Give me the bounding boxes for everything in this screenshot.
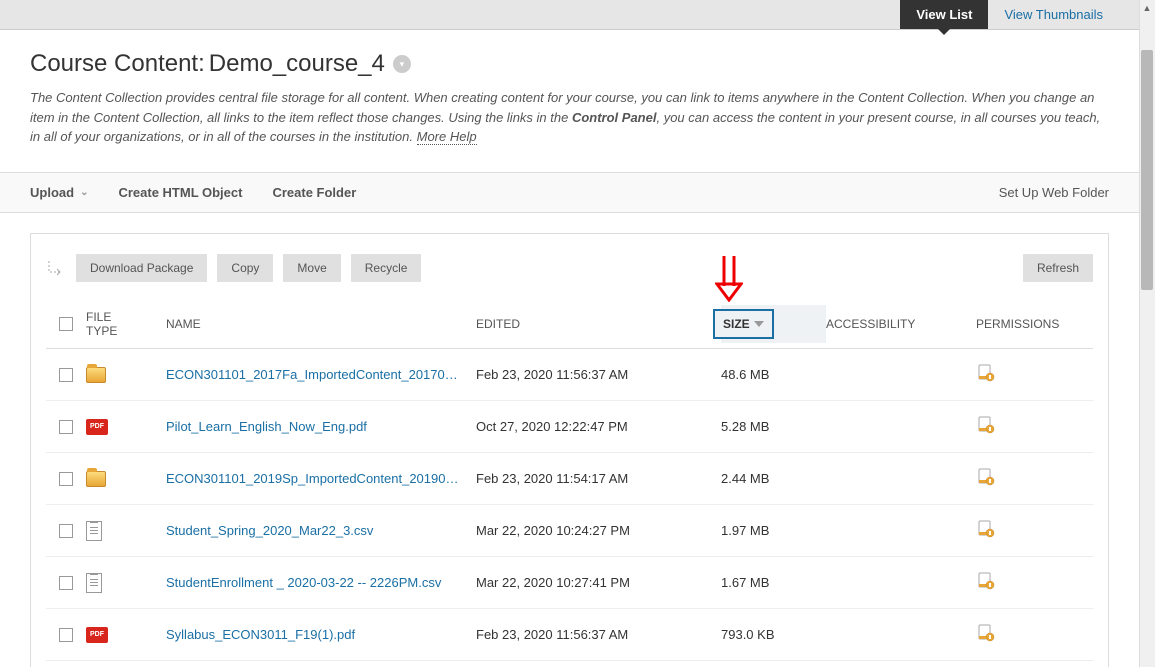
file-table-panel: Download Package Copy Move Recycle Refre… bbox=[30, 233, 1109, 667]
chevron-down-icon: ⌄ bbox=[80, 187, 88, 198]
scroll-up-icon[interactable]: ▲ bbox=[1139, 0, 1155, 16]
file-name-link[interactable]: Syllabus_ECON3011_F19(1).pdf bbox=[166, 627, 461, 642]
sort-desc-icon bbox=[754, 321, 764, 327]
table-row: ECON301101_2017Fa_ImportedContent_201709… bbox=[46, 349, 1093, 401]
folder-icon bbox=[86, 367, 106, 383]
size-value: 1.97 MB bbox=[721, 523, 769, 538]
size-value: 5.28 MB bbox=[721, 419, 769, 434]
file-name-link[interactable]: StudentEnrollment _ 2020-03-22 -- 2226PM… bbox=[166, 575, 461, 590]
selection-arrow-icon bbox=[46, 258, 66, 278]
download-package-button[interactable]: Download Package bbox=[76, 254, 207, 282]
action-toolbar: Upload ⌄ Create HTML Object Create Folde… bbox=[0, 172, 1139, 213]
copy-button[interactable]: Copy bbox=[217, 254, 273, 282]
chevron-down-icon[interactable]: ▾ bbox=[393, 55, 411, 73]
col-header-accessibility[interactable]: ACCESSIBILITY bbox=[826, 317, 976, 331]
edited-value: Feb 23, 2020 11:54:17 AM bbox=[476, 471, 628, 486]
table-row: Student_Spring_2020_Mar22_3.csv Mar 22, 2… bbox=[46, 505, 1093, 557]
permissions-icon[interactable] bbox=[976, 423, 996, 438]
create-html-button[interactable]: Create HTML Object bbox=[118, 185, 242, 200]
scrollbar[interactable]: ▲ bbox=[1139, 0, 1155, 667]
select-all-checkbox[interactable] bbox=[59, 317, 73, 331]
permissions-icon[interactable] bbox=[976, 527, 996, 542]
more-help-link[interactable]: More Help bbox=[417, 129, 477, 145]
permissions-icon[interactable] bbox=[976, 631, 996, 646]
file-name-link[interactable]: ECON301101_2019Sp_ImportedContent_201902… bbox=[166, 471, 461, 486]
permissions-icon[interactable] bbox=[976, 475, 996, 490]
col-header-permissions[interactable]: PERMISSIONS bbox=[976, 317, 1093, 331]
table-header-row: FILETYPE NAME EDITED SIZE ACCESSIBILITY … bbox=[46, 300, 1093, 350]
upload-label: Upload bbox=[30, 185, 74, 200]
row-checkbox[interactable] bbox=[59, 420, 73, 434]
file-name-link[interactable]: ECON301101_2017Fa_ImportedContent_201709… bbox=[166, 367, 461, 382]
permissions-icon[interactable] bbox=[976, 371, 996, 386]
page-title: Course Content: Demo_course_4 ▾ bbox=[30, 50, 1109, 78]
edited-value: Feb 23, 2020 11:56:37 AM bbox=[476, 627, 628, 642]
row-checkbox[interactable] bbox=[59, 368, 73, 382]
setup-web-folder-button[interactable]: Set Up Web Folder bbox=[999, 185, 1109, 200]
size-value: 1.67 MB bbox=[721, 575, 769, 590]
view-list-button[interactable]: View List bbox=[900, 0, 988, 29]
pdf-icon bbox=[86, 419, 108, 435]
desc-bold: Control Panel bbox=[572, 110, 657, 125]
title-course: Demo_course_4 bbox=[209, 50, 385, 78]
edited-value: Mar 22, 2020 10:24:27 PM bbox=[476, 523, 630, 538]
row-checkbox[interactable] bbox=[59, 524, 73, 538]
size-value: 793.0 KB bbox=[721, 627, 775, 642]
edited-value: Oct 27, 2020 12:22:47 PM bbox=[476, 419, 628, 434]
create-folder-button[interactable]: Create Folder bbox=[272, 185, 356, 200]
document-icon bbox=[86, 573, 102, 593]
table-action-row: Download Package Copy Move Recycle Refre… bbox=[46, 254, 1093, 282]
page-header: Course Content: Demo_course_4 ▾ The Cont… bbox=[0, 30, 1139, 172]
document-icon bbox=[86, 521, 102, 541]
move-button[interactable]: Move bbox=[283, 254, 340, 282]
permissions-icon[interactable] bbox=[976, 579, 996, 594]
page-description: The Content Collection provides central … bbox=[30, 88, 1109, 147]
table-row: Pilot_Learn_English_Now_Eng.pdf Oct 27, 2… bbox=[46, 401, 1093, 453]
size-value: 2.44 MB bbox=[721, 471, 769, 486]
table-row: ECON301101_2019Sp_ImportedContent_201902… bbox=[46, 453, 1093, 505]
recycle-button[interactable]: Recycle bbox=[351, 254, 422, 282]
edited-value: Mar 22, 2020 10:27:41 PM bbox=[476, 575, 630, 590]
table-row: StudentEnrollment _ 2020-03-22 -- 2226PM… bbox=[46, 557, 1093, 609]
refresh-button[interactable]: Refresh bbox=[1023, 254, 1093, 282]
row-checkbox[interactable] bbox=[59, 576, 73, 590]
pdf-icon bbox=[86, 627, 108, 643]
upload-button[interactable]: Upload ⌄ bbox=[30, 185, 88, 200]
file-name-link[interactable]: Student_Spring_2020_Mar22_3.csv bbox=[166, 523, 461, 538]
scrollbar-thumb[interactable] bbox=[1141, 50, 1153, 290]
row-checkbox[interactable] bbox=[59, 628, 73, 642]
table-row: Syllabus_ECON3011_F19(1).pdf Feb 23, 2020… bbox=[46, 609, 1093, 661]
edited-value: Feb 23, 2020 11:56:37 AM bbox=[476, 367, 628, 382]
file-name-link[interactable]: Pilot_Learn_English_Now_Eng.pdf bbox=[166, 419, 461, 434]
row-checkbox[interactable] bbox=[59, 472, 73, 486]
col-header-edited[interactable]: EDITED bbox=[476, 317, 721, 331]
size-value: 48.6 MB bbox=[721, 367, 769, 382]
col-header-size[interactable]: SIZE bbox=[713, 309, 774, 339]
folder-icon bbox=[86, 471, 106, 487]
view-mode-bar: View List View Thumbnails bbox=[0, 0, 1139, 30]
size-header-label: SIZE bbox=[723, 317, 750, 331]
title-prefix: Course Content: bbox=[30, 50, 205, 78]
col-header-filetype[interactable]: FILETYPE bbox=[86, 310, 166, 339]
col-header-name[interactable]: NAME bbox=[166, 317, 476, 331]
table-row: Syllabus_ECON3011_F19.pdfFeb 23, 2020 11… bbox=[46, 661, 1093, 667]
view-thumbnails-button[interactable]: View Thumbnails bbox=[988, 0, 1119, 29]
